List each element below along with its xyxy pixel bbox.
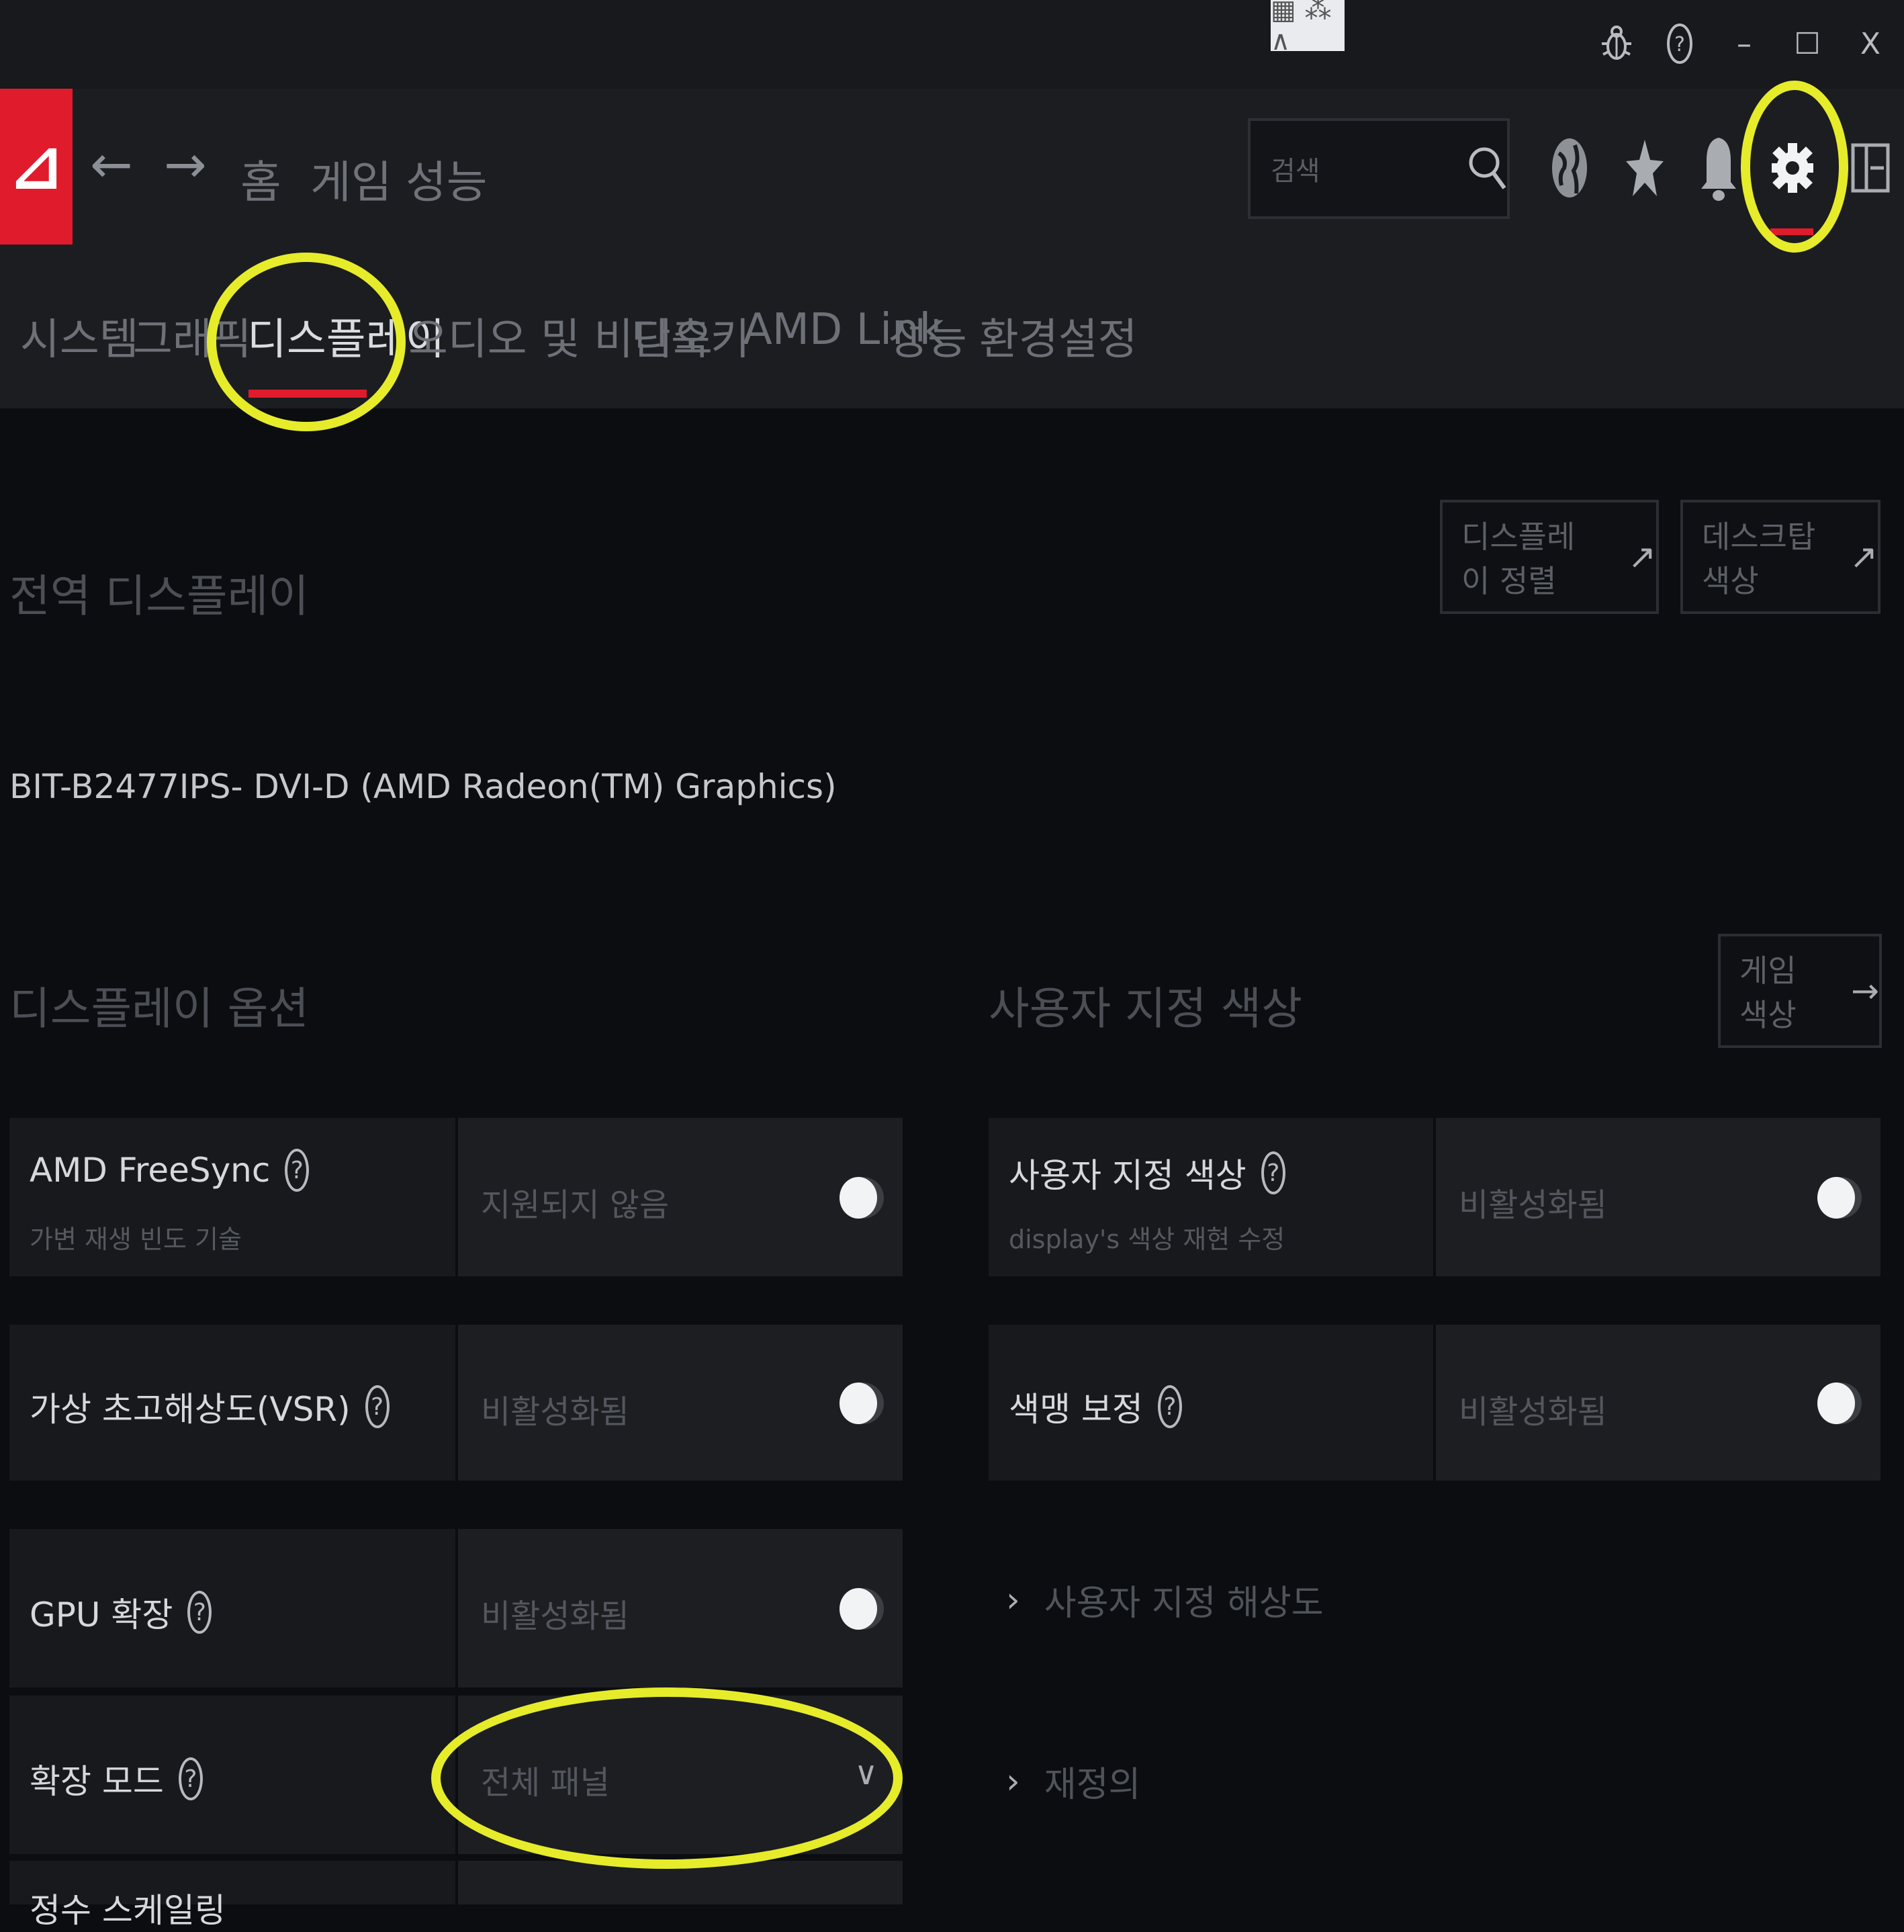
nav-link-performance[interactable]: 성능 [406,146,487,211]
amd-logo[interactable]: ⊿ [0,89,73,245]
forward-button[interactable]: → [164,134,207,194]
game-color-label: 게임 색상 [1739,953,1797,1033]
highlight-scaling-mode [431,1687,903,1869]
help-icon[interactable]: ? [1656,20,1703,67]
external-link-icon: ↗ [1628,537,1656,576]
gpu-scaling-label: GPU 확장 [30,1595,173,1634]
override-expander[interactable]: › 재정의 [1006,1756,1140,1806]
scaling-mode-label-row: 확장 모드 ? [30,1755,203,1803]
global-display-title: 전역 디스플레이 [9,570,310,622]
help-icon[interactable]: ? [365,1385,390,1428]
custom-resolution-label: 사용자 지정 해상도 [1044,1583,1324,1624]
search-icon[interactable] [1464,141,1511,195]
display-alignment-button[interactable]: 디스플레이 정렬 ↗ [1440,500,1659,614]
color-blindness-toggle[interactable] [1817,1382,1862,1424]
color-blindness-label: 색맹 보정 [1009,1390,1143,1429]
custom-resolution-expander[interactable]: › 사용자 지정 해상도 [1006,1575,1324,1625]
gpu-scaling-label-row: GPU 확장 ? [30,1588,212,1636]
nav-link-home[interactable]: 홈 [240,146,281,211]
bug-report-icon[interactable] [1593,20,1640,67]
svg-text:?: ? [1674,33,1685,56]
tab-performance[interactable]: 성능 [888,305,967,367]
chevron-right-icon: › [1006,1579,1020,1620]
integer-scaling-label-row: 정수 스케일링 [30,1884,226,1932]
desktop-color-button[interactable]: 데스크탑 색상 ↗ [1680,500,1880,614]
globe-icon[interactable] [1539,128,1600,208]
star-icon[interactable] [1615,128,1675,208]
chevron-right-icon: › [1006,1761,1020,1802]
tray-widget[interactable]: ▦ ⁂ ∧ [1271,0,1345,56]
freesync-label-row: AMD FreeSync ? [30,1149,310,1192]
search-placeholder: 검색 [1271,156,1320,187]
sidebar-toggle-icon[interactable] [1840,128,1901,208]
help-icon[interactable]: ? [178,1757,203,1800]
tab-hotkeys[interactable]: 단축키 [631,305,750,367]
vsr-label: 가상 초고해상도(VSR) [30,1390,351,1429]
display-options-title: 디스플레이 옵션 [9,983,310,1035]
vsr-status: 비활성화됨 [481,1393,629,1431]
arrow-right-icon: → [1851,971,1879,1010]
back-button[interactable]: ← [90,134,133,194]
highlight-display-tab [207,253,406,431]
nav-link-gaming[interactable]: 게임 [310,146,392,211]
scaling-mode-label: 확장 모드 [30,1762,164,1801]
help-icon[interactable]: ? [1261,1151,1285,1194]
monitor-name: BIT-B2477IPS- DVI-D (AMD Radeon(TM) Grap… [9,767,837,806]
bell-icon[interactable] [1688,128,1749,208]
gpu-scaling-toggle[interactable] [840,1588,884,1630]
desktop-color-label: 데스크탑 색상 [1702,519,1816,599]
color-blindness-label-row: 색맹 보정 ? [1009,1382,1182,1431]
minimize-button[interactable]: – [1721,20,1768,67]
tab-preferences[interactable]: 환경설정 [979,305,1138,367]
freesync-subtitle: 가변 재생 빈도 기술 [30,1225,242,1254]
color-blindness-status: 비활성화됨 [1459,1393,1607,1431]
close-button[interactable]: X [1847,20,1894,67]
vsr-toggle[interactable] [840,1382,884,1424]
custom-color-subtitle: display's 색상 재현 수정 [1009,1225,1285,1254]
integer-scaling-label: 정수 스케일링 [30,1891,226,1930]
freesync-label: AMD FreeSync [30,1151,271,1190]
override-label: 재정의 [1044,1765,1141,1805]
custom-color-status: 비활성화됨 [1459,1186,1607,1224]
custom-color-title: 사용자 지정 색상 [989,983,1302,1035]
gpu-scaling-status: 비활성화됨 [481,1597,629,1635]
display-alignment-label: 디스플레이 정렬 [1461,519,1576,599]
help-icon[interactable]: ? [1157,1385,1182,1428]
game-color-button[interactable]: 게임 색상 → [1718,934,1882,1048]
help-icon[interactable]: ? [187,1591,212,1634]
vsr-label-row: 가상 초고해상도(VSR) ? [30,1382,390,1431]
highlight-settings [1741,81,1848,253]
freesync-toggle[interactable] [840,1177,884,1219]
custom-color-label: 사용자 지정 색상 [1009,1156,1246,1195]
maximize-button[interactable]: ☐ [1784,20,1831,67]
custom-color-label-row: 사용자 지정 색상 ? [1009,1149,1285,1197]
external-link-icon: ↗ [1850,537,1878,576]
help-icon[interactable]: ? [285,1149,310,1192]
freesync-status: 지원되지 않음 [481,1186,670,1224]
tab-system[interactable]: 시스템 [20,305,139,367]
custom-color-toggle[interactable] [1817,1177,1862,1219]
search-box[interactable]: 검색 [1248,118,1510,219]
